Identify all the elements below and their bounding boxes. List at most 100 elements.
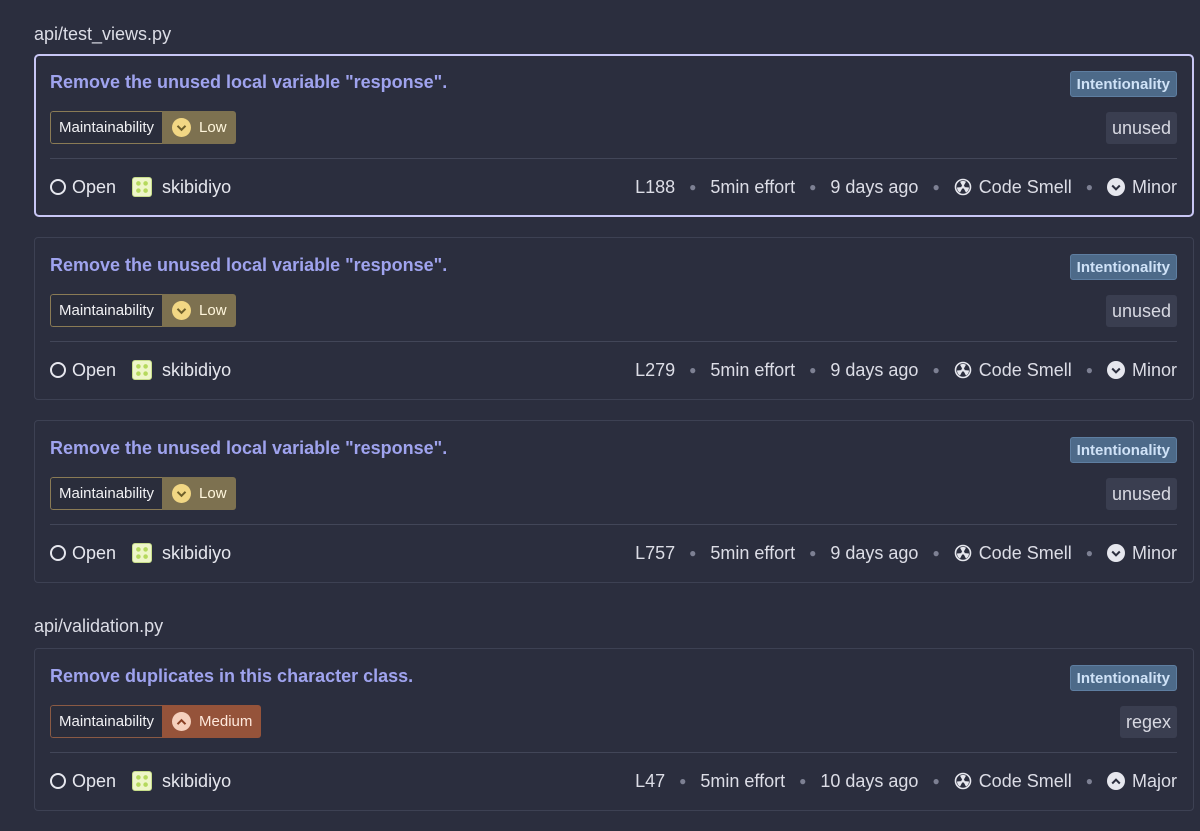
assignee-name: skibidiyo <box>162 542 232 563</box>
dot-separator: ● <box>932 774 940 788</box>
chevron-down-circle-icon <box>1106 544 1125 562</box>
severity-label: Minor <box>1131 542 1177 563</box>
issue-type: Code Smell <box>954 543 1072 564</box>
age: 9 days ago <box>830 542 919 563</box>
assignee-dropdown[interactable]: skibidiyo <box>132 771 231 792</box>
effort: 5min effort <box>710 542 796 563</box>
software-quality-badge[interactable]: Maintainability Low <box>50 294 236 327</box>
code-smell-icon <box>954 178 972 196</box>
file-group: api/test_views.py Remove the unused loca… <box>34 0 1200 583</box>
avatar <box>132 360 153 380</box>
issue-type-label: Code Smell <box>978 542 1072 563</box>
line-number: L47 <box>635 770 666 791</box>
effort: 5min effort <box>700 770 786 791</box>
divider <box>50 752 1177 753</box>
assignee-name: skibidiyo <box>162 176 232 197</box>
chevron-down-circle-icon <box>172 301 192 320</box>
severity: Minor <box>1106 360 1177 381</box>
open-circle-icon <box>50 545 66 561</box>
status-label: Open <box>72 542 117 563</box>
status-dropdown[interactable]: Open <box>50 543 116 564</box>
divider <box>50 524 1177 525</box>
issue-card[interactable]: Remove duplicates in this character clas… <box>34 648 1194 811</box>
issue-title-link[interactable]: Remove the unused local variable "respon… <box>50 255 447 276</box>
line-number: L757 <box>635 542 676 563</box>
issue-meta: L47 ● 5min effort ● 10 days ago ● Code S… <box>635 768 1177 794</box>
dot-separator: ● <box>1085 363 1093 377</box>
dot-separator: ● <box>932 180 940 194</box>
chevron-down-circle-icon <box>172 484 192 503</box>
issue-type: Code Smell <box>954 177 1072 198</box>
divider <box>50 341 1177 342</box>
impact-level-label: Low <box>199 485 227 502</box>
issue-card[interactable]: Remove the unused local variable "respon… <box>34 420 1194 583</box>
issue-title-link[interactable]: Remove duplicates in this character clas… <box>50 666 413 687</box>
dot-separator: ● <box>932 363 940 377</box>
chevron-down-circle-icon <box>1106 178 1125 196</box>
clean-code-attribute-badge[interactable]: Intentionality <box>1069 665 1177 691</box>
issue-meta: L188 ● 5min effort ● 9 days ago ● Code S… <box>635 174 1177 200</box>
status-row: Open skibidiyo <box>50 174 231 200</box>
clean-code-attribute-badge[interactable]: Intentionality <box>1069 437 1177 463</box>
issue-type-label: Code Smell <box>978 359 1072 380</box>
dot-separator: ● <box>1085 774 1093 788</box>
effort: 5min effort <box>710 359 796 380</box>
clean-code-attribute-badge[interactable]: Intentionality <box>1069 71 1177 97</box>
status-row: Open skibidiyo <box>50 540 231 566</box>
impact-level-label: Low <box>199 302 227 319</box>
status-dropdown[interactable]: Open <box>50 177 116 198</box>
impact-level-label: Medium <box>199 713 253 730</box>
chevron-up-circle-icon <box>172 712 192 731</box>
severity: Minor <box>1106 177 1177 198</box>
issue-title-link[interactable]: Remove the unused local variable "respon… <box>50 438 447 459</box>
divider <box>50 158 1177 159</box>
software-quality-label: Maintainability <box>50 111 163 144</box>
avatar <box>132 771 153 791</box>
dot-separator: ● <box>689 180 697 194</box>
issues-list: api/test_views.py Remove the unused loca… <box>0 0 1200 831</box>
clean-code-attribute-badge[interactable]: Intentionality <box>1069 254 1177 280</box>
rule-tag[interactable]: unused <box>1105 112 1177 144</box>
issue-title-link[interactable]: Remove the unused local variable "respon… <box>50 72 447 93</box>
issue-type: Code Smell <box>954 771 1072 792</box>
open-circle-icon <box>50 179 66 195</box>
assignee-name: skibidiyo <box>162 359 232 380</box>
status-row: Open skibidiyo <box>50 768 231 794</box>
software-quality-badge[interactable]: Maintainability Low <box>50 111 236 144</box>
status-dropdown[interactable]: Open <box>50 360 116 381</box>
age: 9 days ago <box>830 359 919 380</box>
software-quality-badge[interactable]: Maintainability Medium <box>50 705 262 738</box>
rule-tag[interactable]: unused <box>1105 295 1177 327</box>
assignee-dropdown[interactable]: skibidiyo <box>132 177 231 198</box>
software-quality-badge[interactable]: Maintainability Low <box>50 477 236 510</box>
dot-separator: ● <box>809 546 817 560</box>
dot-separator: ● <box>1085 546 1093 560</box>
status-row: Open skibidiyo <box>50 357 231 383</box>
status-dropdown[interactable]: Open <box>50 771 116 792</box>
dot-separator: ● <box>932 546 940 560</box>
age: 9 days ago <box>830 176 919 197</box>
code-smell-icon <box>954 772 972 790</box>
dot-separator: ● <box>809 363 817 377</box>
assignee-dropdown[interactable]: skibidiyo <box>132 543 231 564</box>
chevron-down-circle-icon <box>1106 361 1125 379</box>
software-quality-label: Maintainability <box>50 705 163 738</box>
software-quality-label: Maintainability <box>50 294 163 327</box>
rule-tag[interactable]: regex <box>1119 706 1177 738</box>
age: 10 days ago <box>820 770 919 791</box>
issue-meta: L279 ● 5min effort ● 9 days ago ● Code S… <box>635 357 1177 383</box>
assignee-dropdown[interactable]: skibidiyo <box>132 360 231 381</box>
rule-tag[interactable]: unused <box>1105 478 1177 510</box>
file-path: api/validation.py <box>34 616 164 636</box>
code-smell-icon <box>954 544 972 562</box>
avatar <box>132 543 153 563</box>
issue-type-label: Code Smell <box>978 176 1072 197</box>
dot-separator: ● <box>799 774 807 788</box>
issue-card[interactable]: Remove the unused local variable "respon… <box>34 54 1194 217</box>
code-smell-icon <box>954 361 972 379</box>
severity: Major <box>1106 771 1177 792</box>
impact-level: Low <box>162 477 236 510</box>
status-label: Open <box>72 770 117 791</box>
issue-card[interactable]: Remove the unused local variable "respon… <box>34 237 1194 400</box>
issue-meta: L757 ● 5min effort ● 9 days ago ● Code S… <box>635 540 1177 566</box>
